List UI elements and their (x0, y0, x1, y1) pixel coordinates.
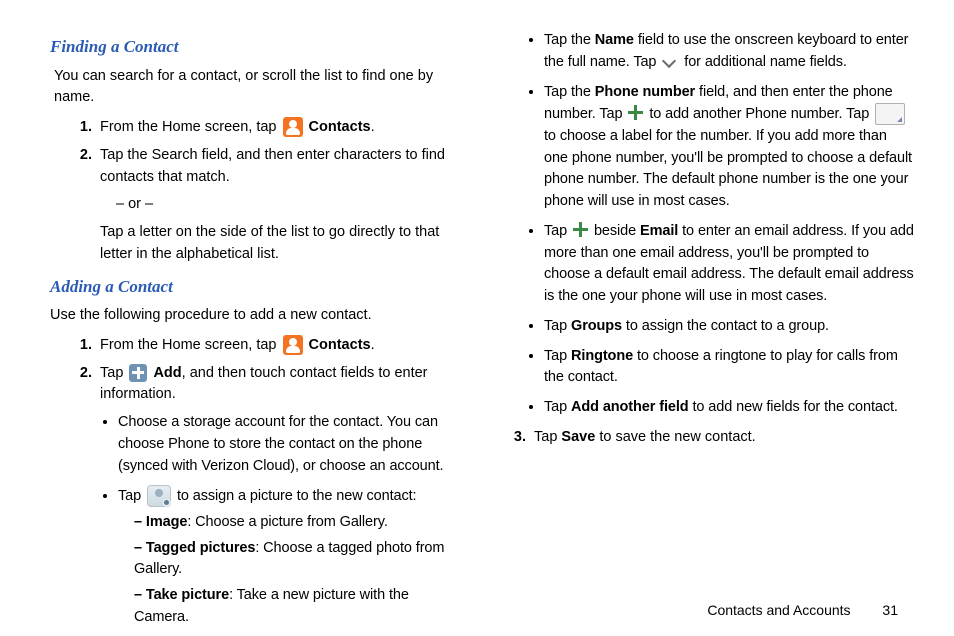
t: Save (561, 429, 595, 445)
plus-icon (573, 222, 588, 237)
t: Take picture (146, 587, 229, 603)
adding-step-3: Tap Save to save the new contact. (530, 427, 914, 449)
contacts-label: Contacts (309, 337, 371, 353)
footer-section: Contacts and Accounts (707, 602, 850, 618)
step-text: Tap Add, and then touch contact fields t… (100, 365, 428, 403)
t: to assign the contact to a group. (622, 318, 829, 334)
t: Groups (571, 318, 622, 334)
t: Tap (534, 429, 561, 445)
dash-tagged: Tagged pictures: Choose a tagged photo f… (134, 538, 462, 582)
step-text: From the Home screen, tap Contacts. (100, 337, 375, 353)
t: : Choose a picture from Gallery. (187, 514, 387, 530)
bullet-name: Tap the Name field to use the onscreen k… (544, 30, 914, 74)
contacts-icon (283, 335, 303, 355)
finding-steps: From the Home screen, tap Contacts. Tap … (50, 117, 462, 266)
t: Email (640, 223, 678, 239)
bullet-picture: Tap to assign a picture to the new conta… (118, 485, 462, 628)
heading-finding: Finding a Contact (50, 34, 462, 60)
page-content: Finding a Contact You can search for a c… (0, 0, 954, 600)
t: From the Home screen, tap (100, 337, 281, 353)
t: Tap the (544, 84, 595, 100)
step3-list: Tap Save to save the new contact. (502, 427, 914, 449)
t: From the Home screen, tap (100, 119, 281, 135)
label-select-icon (875, 103, 905, 125)
adding-bullets: Choose a storage account for the contact… (100, 412, 462, 629)
t: beside (594, 223, 640, 239)
t: to save the new contact. (595, 429, 755, 445)
t: to choose a label for the number. If you… (544, 128, 912, 209)
adding-steps: From the Home screen, tap Contacts. Tap … (50, 335, 462, 629)
t: Tap (544, 223, 571, 239)
t: Tagged pictures (146, 540, 255, 556)
t: to add new fields for the contact. (689, 399, 898, 415)
bullet-phone: Tap the Phone number field, and then ent… (544, 82, 914, 213)
dot: . (371, 119, 375, 135)
intro-adding: Use the following procedure to add a new… (50, 305, 462, 327)
add-icon (129, 364, 147, 382)
add-label: Add (153, 365, 181, 381)
chevron-down-icon (662, 55, 678, 67)
t: Add another field (571, 399, 689, 415)
adding-step-1: From the Home screen, tap Contacts. (96, 335, 462, 357)
bullet-add-field: Tap Add another field to add new fields … (544, 397, 914, 419)
contacts-label: Contacts (309, 119, 371, 135)
t: Tap (544, 318, 571, 334)
t: Name (595, 32, 634, 48)
finding-step-2: Tap the Search field, and then enter cha… (96, 145, 462, 266)
right-bullets: Tap the Name field to use the onscreen k… (502, 30, 914, 419)
t: , and then touch contact fields to enter… (100, 365, 428, 403)
or-divider: – or – (116, 194, 462, 216)
t: to add another Phone number. Tap (649, 106, 873, 122)
dash-image: Image: Choose a picture from Gallery. (134, 512, 462, 534)
t: Tap (100, 365, 127, 381)
t: Tap (544, 399, 571, 415)
dot: . (371, 337, 375, 353)
t: to assign a picture to the new contact: (177, 488, 417, 504)
adding-step-2: Tap Add, and then touch contact fields t… (96, 363, 462, 629)
bullet-storage: Choose a storage account for the contact… (118, 412, 462, 477)
intro-finding: You can search for a contact, or scroll … (54, 66, 462, 110)
heading-adding: Adding a Contact (50, 274, 462, 300)
page-footer: Contacts and Accounts 31 (707, 602, 898, 618)
right-column: Tap the Name field to use the onscreen k… (502, 30, 914, 590)
bullet-email: Tap beside Email to enter an email addre… (544, 221, 914, 308)
bullet-ringtone: Tap Ringtone to choose a ringtone to pla… (544, 346, 914, 390)
footer-page-number: 31 (882, 602, 898, 618)
finding-step-1: From the Home screen, tap Contacts. (96, 117, 462, 139)
left-column: Finding a Contact You can search for a c… (50, 30, 462, 590)
step-text: Tap the Search field, and then enter cha… (100, 147, 445, 185)
bullet-groups: Tap Groups to assign the contact to a gr… (544, 316, 914, 338)
plus-icon (628, 105, 643, 120)
t: Ringtone (571, 348, 633, 364)
step-text: Tap Save to save the new contact. (534, 429, 756, 445)
step-text: From the Home screen, tap Contacts. (100, 119, 375, 135)
contacts-icon (283, 117, 303, 137)
t: Phone number (595, 84, 695, 100)
t: Tap the (544, 32, 595, 48)
dash-take: Take picture: Take a new picture with th… (134, 585, 462, 629)
t: for additional name fields. (684, 54, 847, 70)
assign-photo-icon (147, 485, 171, 507)
t: Tap (118, 488, 145, 504)
t: Tap a letter on the side of the list to … (100, 224, 439, 262)
finding-alt: Tap a letter on the side of the list to … (100, 222, 462, 266)
t: Tap (544, 348, 571, 364)
t: Image (146, 514, 187, 530)
